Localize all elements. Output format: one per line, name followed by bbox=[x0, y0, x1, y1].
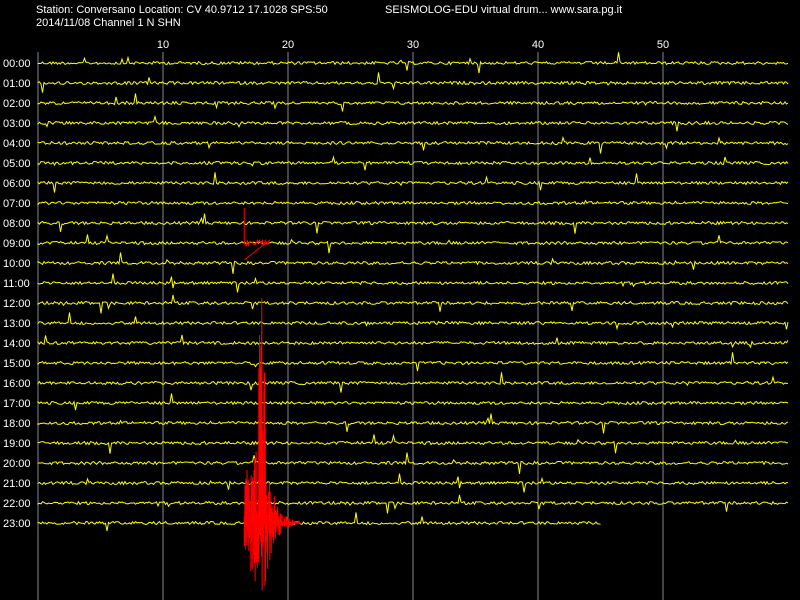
x-tick-label: 30 bbox=[407, 39, 419, 51]
row-label: 20:00 bbox=[3, 458, 31, 470]
x-tick-label: 40 bbox=[532, 39, 544, 51]
x-tick-label: 20 bbox=[282, 39, 294, 51]
row-label: 12:00 bbox=[3, 298, 31, 310]
x-tick-labels: 10 20 30 40 50 bbox=[157, 39, 669, 51]
row-label: 02:00 bbox=[3, 98, 31, 110]
grid-lines bbox=[37, 52, 664, 600]
trace-row bbox=[37, 512, 601, 531]
x-tick-label: 50 bbox=[657, 39, 669, 51]
row-label: 14:00 bbox=[3, 338, 31, 350]
row-label: 05:00 bbox=[3, 158, 31, 170]
row-label: 01:00 bbox=[3, 78, 31, 90]
row-label: 13:00 bbox=[3, 318, 31, 330]
row-label: 10:00 bbox=[3, 258, 31, 270]
row-label: 07:00 bbox=[3, 198, 31, 210]
row-label: 22:00 bbox=[3, 498, 31, 510]
row-labels: 00:00 01:00 02:00 03:00 04:00 05:00 06:00 07:00… bbox=[3, 58, 31, 530]
row-label: 08:00 bbox=[3, 218, 31, 230]
row-label: 23:00 bbox=[3, 518, 31, 530]
row-label: 21:00 bbox=[3, 478, 31, 490]
row-label: 16:00 bbox=[3, 378, 31, 390]
row-label: 18:00 bbox=[3, 418, 31, 430]
row-label: 17:00 bbox=[3, 398, 31, 410]
x-tick-label: 10 bbox=[157, 39, 169, 51]
event-09:00 bbox=[243, 208, 271, 261]
row-label: 03:00 bbox=[3, 118, 31, 130]
row-label: 19:00 bbox=[3, 438, 31, 450]
row-label: 11:00 bbox=[3, 278, 30, 290]
row-label: 06:00 bbox=[3, 178, 31, 190]
row-label: 15:00 bbox=[3, 358, 31, 370]
helicorder-plot: 10 20 30 40 50 00:00 01:00 02:00 03:00 04:00 05:0… bbox=[3, 39, 789, 600]
row-label: 00:00 bbox=[3, 58, 31, 70]
row-label: 09:00 bbox=[3, 238, 31, 250]
events bbox=[243, 208, 302, 591]
row-label: 04:00 bbox=[3, 138, 31, 150]
